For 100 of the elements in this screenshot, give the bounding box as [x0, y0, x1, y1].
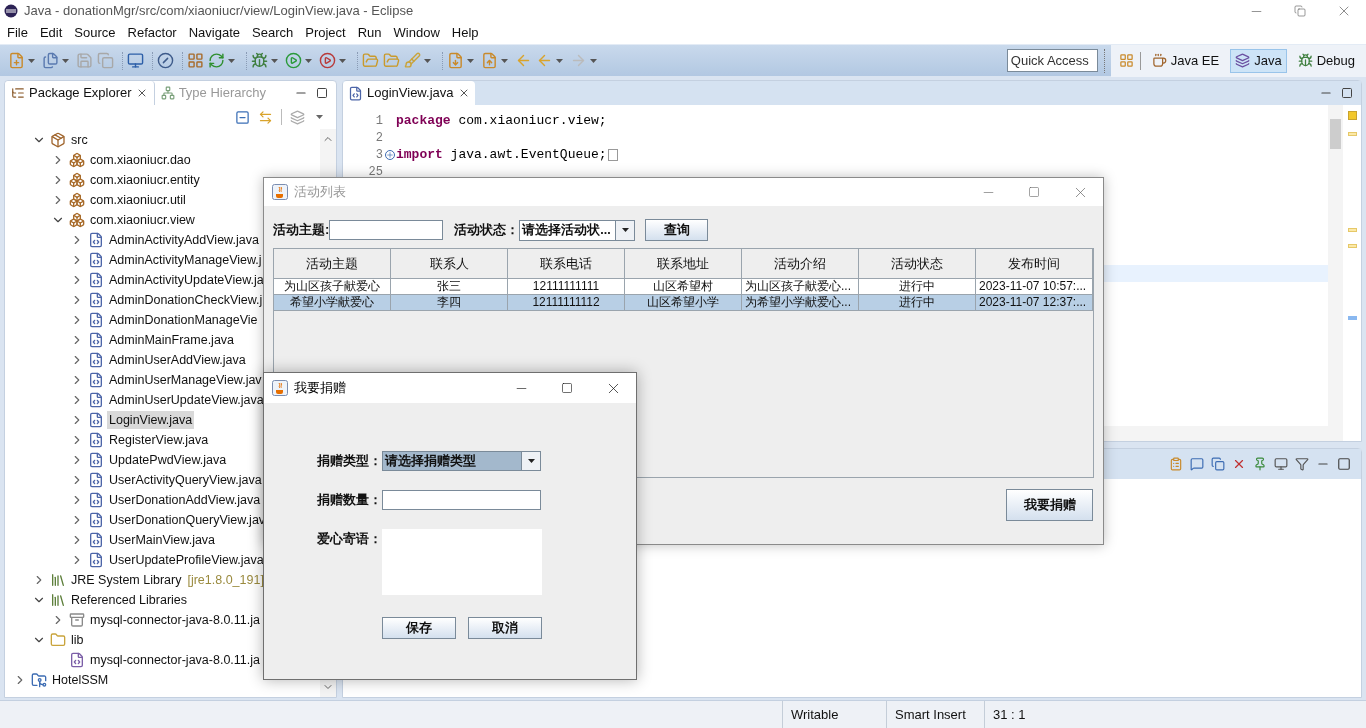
tree-item[interactable]: RegisterView.java: [107, 431, 211, 449]
menu-item[interactable]: Navigate: [182, 23, 246, 43]
status-dropdown[interactable]: 请选择活动状...: [519, 219, 636, 241]
tree-item[interactable]: AdminUserManageView.jav: [107, 371, 264, 389]
java-file-icon: [88, 312, 104, 328]
column-header[interactable]: 发布时间: [976, 249, 1093, 279]
collapse-all-icon[interactable]: [235, 109, 250, 125]
java-file-icon: [88, 272, 104, 288]
line-number: 3: [374, 146, 383, 164]
dropdown-caret-icon[interactable]: [527, 459, 535, 463]
table-row[interactable]: 希望小学献爱心 李四 12111111112 山区希望小学 为希望小学献爱心... 进行中 2023-11-07 12:37:...: [274, 295, 1093, 311]
clear-icon[interactable]: [1232, 457, 1246, 471]
quick-access-field[interactable]: Quick Access: [1006, 49, 1098, 72]
tree-item[interactable]: UserUpdateProfileView.java: [107, 551, 266, 569]
menu-item[interactable]: Edit: [33, 23, 69, 43]
tree-item[interactable]: JRE System Library: [69, 571, 184, 589]
java-file-icon: [88, 492, 104, 508]
column-header[interactable]: 活动主题: [274, 249, 391, 279]
perspective-button[interactable]: Java EE: [1146, 48, 1225, 73]
field-label: 捐赠数量：: [316, 491, 382, 509]
tree-item[interactable]: UpdatePwdView.java: [107, 451, 229, 469]
tree-item-decoration: [jre1.8.0_191]: [187, 571, 264, 589]
dialog-button[interactable]: 保存: [382, 617, 456, 639]
column-header[interactable]: 联系地址: [625, 249, 742, 279]
quantity-field[interactable]: [382, 490, 541, 510]
tree-item[interactable]: src: [69, 131, 90, 149]
tree-item[interactable]: com.xiaoniucr.dao: [88, 151, 193, 169]
tree-item[interactable]: mysql-connector-java-8.0.11.ja: [88, 611, 262, 629]
dialog-button[interactable]: 取消: [468, 617, 542, 639]
tree-item[interactable]: UserDonationQueryView.jav: [107, 511, 268, 529]
tree-item[interactable]: AdminDonationManageVie: [107, 311, 260, 329]
tree-item[interactable]: UserMainView.java: [107, 531, 218, 549]
view-menu-icon[interactable]: [316, 115, 323, 119]
java-file-icon: [88, 412, 104, 428]
java-file-icon: [88, 352, 104, 368]
refresh-icon[interactable]: [208, 52, 225, 69]
maximize-icon[interactable]: [561, 382, 573, 394]
tree-item[interactable]: mysql-connector-java-8.0.11.ja: [88, 651, 262, 669]
tree-item[interactable]: com.xiaoniucr.entity: [88, 171, 202, 189]
maximize-icon[interactable]: [1337, 457, 1351, 471]
tree-item[interactable]: HotelSSM: [50, 671, 111, 689]
column-header[interactable]: 联系电话: [508, 249, 625, 279]
layers-icon: [1235, 53, 1251, 68]
copy-icon[interactable]: [1211, 457, 1225, 471]
table-row[interactable]: 为山区孩子献爱心 张三 12111111111 山区希望村 为山区孩子献爱心... 进行中 2023-11-07 10:57:...: [274, 279, 1093, 295]
scrollbar[interactable]: [1328, 105, 1343, 441]
menu-item[interactable]: Source: [68, 23, 122, 43]
tree-item[interactable]: AdminDonationCheckView.j: [107, 291, 265, 309]
tree-item[interactable]: com.xiaoniucr.view: [88, 211, 197, 229]
expand-fold-icon[interactable]: [384, 149, 395, 160]
view-tab[interactable]: Package Explorer: [5, 81, 155, 105]
topic-field[interactable]: [329, 220, 444, 240]
column-header[interactable]: 活动介绍: [742, 249, 859, 279]
tree-item[interactable]: com.xiaoniucr.util: [88, 191, 188, 209]
tree-item[interactable]: lib: [69, 631, 86, 649]
perspective-button[interactable]: Java: [1230, 48, 1287, 73]
filter-icon[interactable]: [1295, 457, 1309, 471]
message-icon[interactable]: [1190, 457, 1204, 471]
tree-item[interactable]: AdminUserAddView.java: [107, 351, 248, 369]
grid-icon[interactable]: [187, 52, 204, 69]
tree-item[interactable]: AdminMainFrame.java: [107, 331, 237, 349]
tree-item[interactable]: AdminUserUpdateView.java: [107, 391, 266, 409]
menu-item[interactable]: Project: [299, 23, 352, 43]
donation-type-dropdown[interactable]: 请选择捐赠类型: [382, 451, 541, 471]
dropdown-caret-icon[interactable]: [621, 228, 629, 232]
java-file-icon: [88, 392, 104, 408]
new-files-icon[interactable]: [42, 52, 59, 69]
menu-item[interactable]: Window: [387, 23, 446, 43]
monitor-icon[interactable]: [127, 52, 144, 69]
run-tool-icon[interactable]: [319, 52, 336, 69]
open-perspective-icon[interactable]: [1118, 53, 1134, 68]
tree-item[interactable]: UserDonationAddView.java: [107, 491, 263, 509]
display-icon[interactable]: [1274, 457, 1288, 471]
menu-item[interactable]: Refactor: [121, 23, 183, 43]
java-file-icon: [88, 532, 104, 548]
folded-code-marker[interactable]: [607, 148, 618, 161]
perspective-button[interactable]: Debug: [1292, 48, 1360, 73]
column-header[interactable]: 活动状态: [859, 249, 976, 279]
debug-icon[interactable]: [251, 52, 268, 69]
tree-item[interactable]: AdminActivityManageView.j: [107, 251, 264, 269]
tree-item[interactable]: AdminActivityAddView.java: [107, 231, 261, 249]
skip-breakpoints-icon[interactable]: [157, 52, 174, 69]
tree-item[interactable]: UserActivityQueryView.java: [107, 471, 264, 489]
query-button[interactable]: 查询: [645, 219, 709, 241]
menu-item[interactable]: File: [1, 23, 34, 43]
menu-item[interactable]: Help: [445, 23, 485, 43]
clipboard-icon[interactable]: [1169, 457, 1183, 471]
line-number: 2: [374, 129, 383, 147]
menu-item[interactable]: Search: [246, 23, 300, 43]
column-header[interactable]: 联系人: [391, 249, 508, 279]
jar-icon: [69, 612, 85, 628]
maximize-icon[interactable]: [316, 87, 328, 99]
menu-item[interactable]: Run: [351, 23, 388, 43]
tree-item[interactable]: AdminActivityUpdateView.ja: [107, 271, 266, 289]
tree-item[interactable]: Referenced Libraries: [69, 591, 190, 609]
tree-item[interactable]: LoginView.java: [107, 411, 195, 429]
editor-tab[interactable]: LoginView.java: [343, 81, 475, 105]
pin-icon[interactable]: [1253, 457, 1267, 471]
maximize-icon[interactable]: [1341, 87, 1353, 99]
donate-button[interactable]: 我要捐赠: [1006, 489, 1093, 521]
